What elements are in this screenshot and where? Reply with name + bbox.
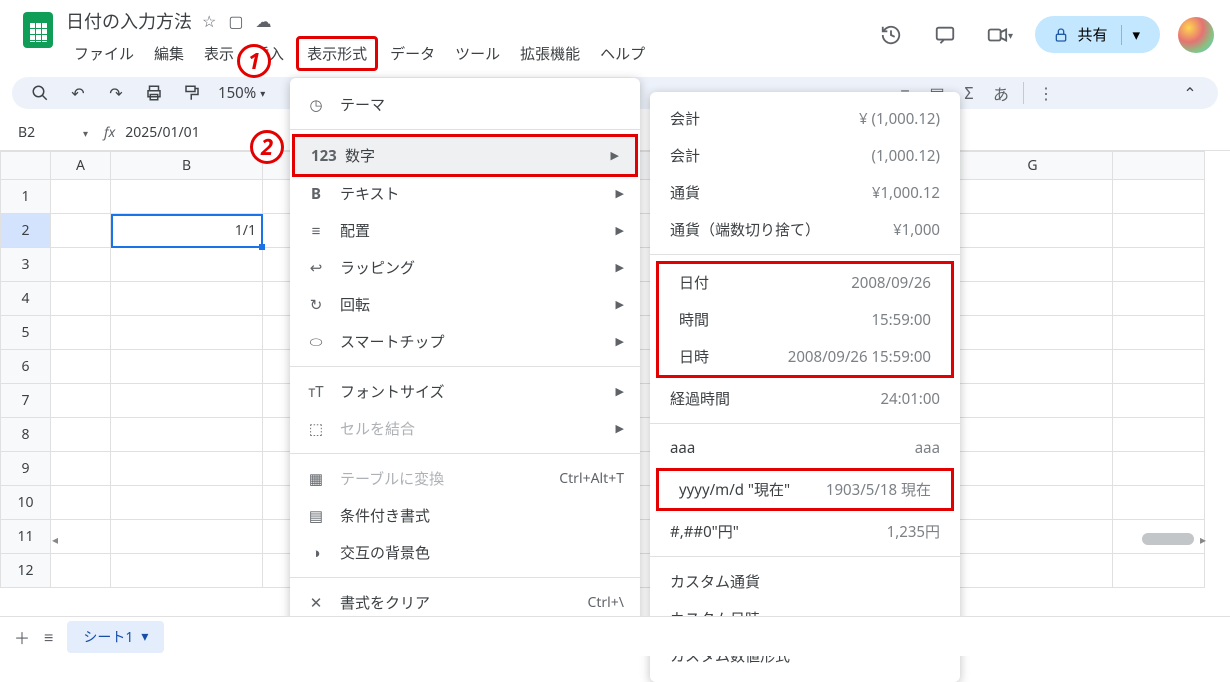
menu-rotate[interactable]: ↻回転▶ xyxy=(290,286,640,323)
add-sheet-icon[interactable]: ＋ xyxy=(14,625,30,649)
menu-file[interactable]: ファイル xyxy=(66,39,142,68)
num-custom-aaa[interactable]: aaaaaa xyxy=(650,430,960,466)
menu-align[interactable]: ≡配置▶ xyxy=(290,212,640,249)
row-header-3[interactable]: 3 xyxy=(1,248,51,282)
num-currency-round[interactable]: 通貨（端数切り捨て）¥1,000 xyxy=(650,211,960,248)
menu-conditional[interactable]: ▤条件付き書式 xyxy=(290,497,640,534)
row-header-7[interactable]: 7 xyxy=(1,384,51,418)
row-header-1[interactable]: 1 xyxy=(1,180,51,214)
menu-tools[interactable]: ツール xyxy=(447,39,508,68)
menu-data[interactable]: データ xyxy=(382,39,443,68)
num-currency[interactable]: 通貨¥1,000.12 xyxy=(650,174,960,211)
row-header-2[interactable]: 2 xyxy=(1,214,51,248)
col-header-b[interactable]: B xyxy=(111,152,263,180)
col-header-g[interactable]: G xyxy=(953,152,1113,180)
num-accounting2[interactable]: 会計(1,000.12) xyxy=(650,137,960,174)
avatar[interactable] xyxy=(1178,17,1214,53)
menu-altcolor[interactable]: ◑交互の背景色 xyxy=(290,534,640,571)
col-header-a[interactable]: A xyxy=(51,152,111,180)
undo-icon[interactable]: ↶ xyxy=(66,81,90,105)
num-time[interactable]: 時間15:59:00 xyxy=(659,301,951,338)
menu-bar: ファイル 編集 表示 挿入 表示形式 データ ツール 拡張機能 ヘルプ xyxy=(66,36,873,71)
num-custom-date[interactable]: yyyy/m/d "現在"1903/5/18 現在 xyxy=(659,471,951,508)
comment-icon[interactable] xyxy=(927,17,963,53)
menu-merge: ⬚セルを結合▶ xyxy=(290,410,640,447)
num-accounting1[interactable]: 会計¥ (1,000.12) xyxy=(650,100,960,137)
num-date[interactable]: 日付2008/09/26 xyxy=(659,264,951,301)
share-label: 共有 xyxy=(1077,24,1107,45)
row-header-4[interactable]: 4 xyxy=(1,282,51,316)
menu-theme[interactable]: ◷テーマ xyxy=(290,86,640,123)
menu-extensions[interactable]: 拡張機能 xyxy=(512,39,588,68)
move-icon[interactable]: ▢ xyxy=(228,10,243,32)
zoom-level[interactable]: 150% ▾ xyxy=(218,83,265,103)
toolbar-more-icon[interactable]: ⋮ xyxy=(1036,83,1056,103)
collapse-icon[interactable]: ⌃ xyxy=(1178,81,1202,105)
menu-number[interactable]: 123数字▶ xyxy=(292,134,638,177)
annotation-1: 1 xyxy=(237,44,271,78)
menu-text[interactable]: Bテキスト▶ xyxy=(290,175,640,212)
row-header-6[interactable]: 6 xyxy=(1,350,51,384)
number-submenu: 会計¥ (1,000.12) 会計(1,000.12) 通貨¥1,000.12 … xyxy=(650,92,960,682)
name-box[interactable]: B2▾ xyxy=(12,119,94,146)
menu-edit[interactable]: 編集 xyxy=(146,39,192,68)
share-button[interactable]: 共有 ▾ xyxy=(1035,16,1160,53)
menu-smartchip[interactable]: ⬭スマートチップ▶ xyxy=(290,323,640,360)
row-header-11[interactable]: 11 xyxy=(1,520,51,554)
row-header-12[interactable]: 12 xyxy=(1,554,51,588)
document-title[interactable]: 日付の入力方法 xyxy=(66,8,192,34)
menu-table: ▦テーブルに変換Ctrl+Alt+T xyxy=(290,460,640,497)
search-icon[interactable] xyxy=(28,81,52,105)
cloud-icon[interactable]: ☁ xyxy=(255,10,271,32)
meet-icon[interactable]: ▾ xyxy=(981,17,1017,53)
format-menu-dropdown: ◷テーマ 123数字▶ Bテキスト▶ ≡配置▶ ↩ラッピング▶ ↻回転▶ ⬭スマ… xyxy=(290,78,640,629)
row-header-5[interactable]: 5 xyxy=(1,316,51,350)
sheets-logo[interactable] xyxy=(16,8,60,52)
menu-wrap[interactable]: ↩ラッピング▶ xyxy=(290,249,640,286)
num-custom-yen[interactable]: #,##0"円"1,235円 xyxy=(650,513,960,550)
faded-tool-4[interactable]: あ xyxy=(991,83,1011,103)
sheet-bar: ＋ ≡ シート1▾ xyxy=(0,616,1230,656)
redo-icon[interactable]: ↷ xyxy=(104,81,128,105)
print-icon[interactable] xyxy=(142,81,166,105)
num-elapsed[interactable]: 経過時間24:01:00 xyxy=(650,380,960,417)
num-custom-currency[interactable]: カスタム通貨 xyxy=(650,563,960,600)
menu-help[interactable]: ヘルプ xyxy=(592,39,653,68)
history-icon[interactable] xyxy=(873,17,909,53)
all-sheets-icon[interactable]: ≡ xyxy=(44,626,53,648)
row-header-8[interactable]: 8 xyxy=(1,418,51,452)
menu-format[interactable]: 表示形式 xyxy=(296,36,378,71)
select-all-corner[interactable] xyxy=(1,152,51,180)
lock-icon xyxy=(1053,27,1069,43)
menu-view[interactable]: 表示 xyxy=(196,39,242,68)
fx-icon: fx xyxy=(94,123,125,142)
menu-fontsize[interactable]: тTフォントサイズ▶ xyxy=(290,373,640,410)
col-header-h[interactable] xyxy=(1113,152,1205,180)
star-icon[interactable]: ☆ xyxy=(202,10,216,32)
row-header-9[interactable]: 9 xyxy=(1,452,51,486)
paint-format-icon[interactable] xyxy=(180,81,204,105)
sheet-tab-1[interactable]: シート1▾ xyxy=(67,621,164,653)
num-datetime[interactable]: 日時2008/09/26 15:59:00 xyxy=(659,338,951,375)
row-header-10[interactable]: 10 xyxy=(1,486,51,520)
cell-b2[interactable]: 1/1 xyxy=(111,214,263,248)
annotation-2: 2 xyxy=(250,130,284,164)
faded-tool-3[interactable]: Σ xyxy=(959,83,979,103)
share-caret[interactable]: ▾ xyxy=(1121,25,1150,45)
formula-bar[interactable]: 2025/01/01 xyxy=(125,123,199,142)
